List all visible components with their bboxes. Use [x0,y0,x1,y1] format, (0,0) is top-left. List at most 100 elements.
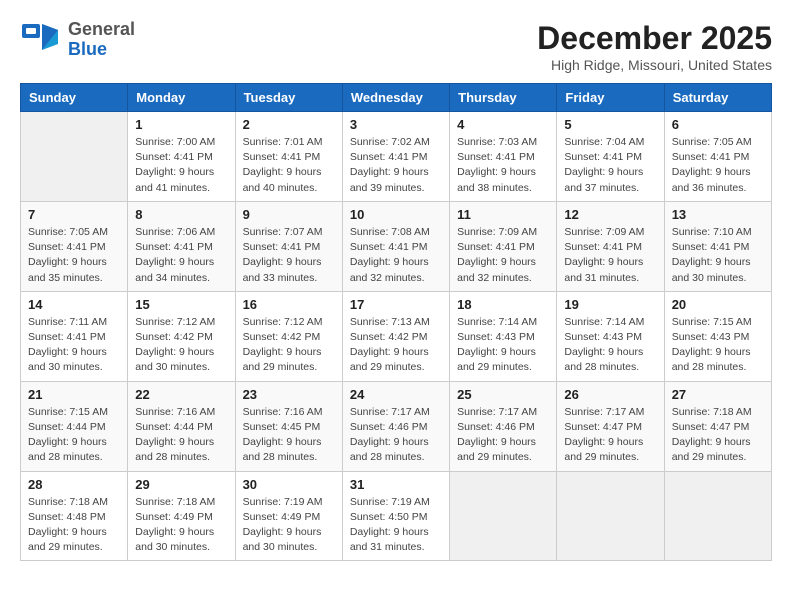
day-number: 11 [457,207,549,222]
header: General Blue December 2025 High Ridge, M… [20,20,772,73]
day-number: 14 [28,297,120,312]
day-number: 28 [28,477,120,492]
day-cell: 23Sunrise: 7:16 AMSunset: 4:45 PMDayligh… [235,381,342,471]
day-cell: 25 Sunrise: 7:17 AMSunset: 4:46 PMDayligh… [450,381,557,471]
day-number: 27 [672,387,764,402]
day-number: 19 [564,297,656,312]
day-cell: 19 Sunrise: 7:14 AMSunset: 4:43 PMDayligh… [557,291,664,381]
day-cell: 13 Sunrise: 7:10 AMSunset: 4:41 PMDayligh… [664,201,771,291]
day-cell: 9Sunrise: 7:07 AMSunset: 4:41 PMDaylight… [235,201,342,291]
day-cell [557,471,664,561]
day-info: Sunrise: 7:01 AMSunset: 4:41 PMDaylight:… [243,135,335,196]
day-info: Sunrise: 7:12 AMSunset: 4:42 PMDaylight:… [243,315,335,376]
weekday-header-row: SundayMondayTuesdayWednesdayThursdayFrid… [21,84,772,112]
day-info: Sunrise: 7:03 AMSunset: 4:41 PMDaylight:… [457,135,549,196]
weekday-header-saturday: Saturday [664,84,771,112]
day-info: Sunrise: 7:06 AMSunset: 4:41 PMDaylight:… [135,225,227,286]
day-cell: 16Sunrise: 7:12 AMSunset: 4:42 PMDayligh… [235,291,342,381]
calendar: SundayMondayTuesdayWednesdayThursdayFrid… [20,83,772,561]
day-cell [664,471,771,561]
day-cell: 29 Sunrise: 7:18 AMSunset: 4:49 PMDayligh… [128,471,235,561]
day-cell: 14 Sunrise: 7:11 AMSunset: 4:41 PMDayligh… [21,291,128,381]
day-number: 1 [135,117,227,132]
day-number: 9 [243,207,335,222]
day-cell: 31Sunrise: 7:19 AMSunset: 4:50 PMDayligh… [342,471,449,561]
day-cell: 8 Sunrise: 7:06 AMSunset: 4:41 PMDaylight… [128,201,235,291]
day-info: Sunrise: 7:18 AMSunset: 4:49 PMDaylight:… [135,495,227,556]
weekday-header-wednesday: Wednesday [342,84,449,112]
day-info: Sunrise: 7:17 AMSunset: 4:46 PMDaylight:… [457,405,549,466]
day-number: 29 [135,477,227,492]
day-number: 10 [350,207,442,222]
day-number: 25 [457,387,549,402]
day-cell: 22 Sunrise: 7:16 AMSunset: 4:44 PMDayligh… [128,381,235,471]
day-cell: 28 Sunrise: 7:18 AMSunset: 4:48 PMDayligh… [21,471,128,561]
day-info: Sunrise: 7:17 AMSunset: 4:46 PMDaylight:… [350,405,442,466]
day-info: Sunrise: 7:16 AMSunset: 4:44 PMDaylight:… [135,405,227,466]
day-info: Sunrise: 7:15 AMSunset: 4:44 PMDaylight:… [28,405,120,466]
day-number: 24 [350,387,442,402]
day-number: 3 [350,117,442,132]
day-info: Sunrise: 7:11 AMSunset: 4:41 PMDaylight:… [28,315,120,376]
day-number: 18 [457,297,549,312]
day-number: 13 [672,207,764,222]
day-cell: 1Sunrise: 7:00 AMSunset: 4:41 PMDaylight… [128,112,235,202]
weekday-header-sunday: Sunday [21,84,128,112]
day-cell: 17Sunrise: 7:13 AMSunset: 4:42 PMDayligh… [342,291,449,381]
day-info: Sunrise: 7:04 AMSunset: 4:41 PMDaylight:… [564,135,656,196]
day-info: Sunrise: 7:14 AMSunset: 4:43 PMDaylight:… [564,315,656,376]
day-info: Sunrise: 7:15 AMSunset: 4:43 PMDaylight:… [672,315,764,376]
day-cell: 27 Sunrise: 7:18 AMSunset: 4:47 PMDayligh… [664,381,771,471]
day-number: 21 [28,387,120,402]
day-info: Sunrise: 7:19 AMSunset: 4:50 PMDaylight:… [350,495,442,556]
day-info: Sunrise: 7:18 AMSunset: 4:47 PMDaylight:… [672,405,764,466]
day-number: 15 [135,297,227,312]
week-row-2: 7 Sunrise: 7:05 AMSunset: 4:41 PMDaylight… [21,201,772,291]
weekday-header-friday: Friday [557,84,664,112]
day-number: 17 [350,297,442,312]
day-cell: 26 Sunrise: 7:17 AMSunset: 4:47 PMDayligh… [557,381,664,471]
title-block: December 2025 High Ridge, Missouri, Unit… [537,20,772,73]
day-info: Sunrise: 7:08 AMSunset: 4:41 PMDaylight:… [350,225,442,286]
day-number: 23 [243,387,335,402]
week-row-3: 14 Sunrise: 7:11 AMSunset: 4:41 PMDayligh… [21,291,772,381]
day-cell: 15 Sunrise: 7:12 AMSunset: 4:42 PMDayligh… [128,291,235,381]
logo-general: General [68,19,135,39]
day-cell [21,112,128,202]
day-info: Sunrise: 7:05 AMSunset: 4:41 PMDaylight:… [672,135,764,196]
day-cell: 30Sunrise: 7:19 AMSunset: 4:49 PMDayligh… [235,471,342,561]
day-number: 6 [672,117,764,132]
day-info: Sunrise: 7:05 AMSunset: 4:41 PMDaylight:… [28,225,120,286]
day-number: 22 [135,387,227,402]
day-cell: 12Sunrise: 7:09 AMSunset: 4:41 PMDayligh… [557,201,664,291]
weekday-header-thursday: Thursday [450,84,557,112]
day-info: Sunrise: 7:14 AMSunset: 4:43 PMDaylight:… [457,315,549,376]
day-info: Sunrise: 7:12 AMSunset: 4:42 PMDaylight:… [135,315,227,376]
logo-blue: Blue [68,39,107,59]
week-row-1: 1Sunrise: 7:00 AMSunset: 4:41 PMDaylight… [21,112,772,202]
day-info: Sunrise: 7:17 AMSunset: 4:47 PMDaylight:… [564,405,656,466]
day-cell: 21 Sunrise: 7:15 AMSunset: 4:44 PMDayligh… [21,381,128,471]
day-cell: 4Sunrise: 7:03 AMSunset: 4:41 PMDaylight… [450,112,557,202]
day-cell: 20 Sunrise: 7:15 AMSunset: 4:43 PMDayligh… [664,291,771,381]
day-number: 26 [564,387,656,402]
day-info: Sunrise: 7:09 AMSunset: 4:41 PMDaylight:… [457,225,549,286]
day-info: Sunrise: 7:02 AMSunset: 4:41 PMDaylight:… [350,135,442,196]
day-cell: 24 Sunrise: 7:17 AMSunset: 4:46 PMDayligh… [342,381,449,471]
day-cell: 7 Sunrise: 7:05 AMSunset: 4:41 PMDaylight… [21,201,128,291]
weekday-header-monday: Monday [128,84,235,112]
day-number: 2 [243,117,335,132]
day-number: 7 [28,207,120,222]
day-cell: 6 Sunrise: 7:05 AMSunset: 4:41 PMDaylight… [664,112,771,202]
day-number: 5 [564,117,656,132]
day-cell: 2 Sunrise: 7:01 AMSunset: 4:41 PMDaylight… [235,112,342,202]
week-row-5: 28 Sunrise: 7:18 AMSunset: 4:48 PMDayligh… [21,471,772,561]
day-info: Sunrise: 7:18 AMSunset: 4:48 PMDaylight:… [28,495,120,556]
month-year: December 2025 [537,20,772,57]
day-number: 30 [243,477,335,492]
location: High Ridge, Missouri, United States [537,57,772,73]
day-info: Sunrise: 7:10 AMSunset: 4:41 PMDaylight:… [672,225,764,286]
day-number: 20 [672,297,764,312]
day-number: 8 [135,207,227,222]
logo: General Blue [20,20,135,60]
